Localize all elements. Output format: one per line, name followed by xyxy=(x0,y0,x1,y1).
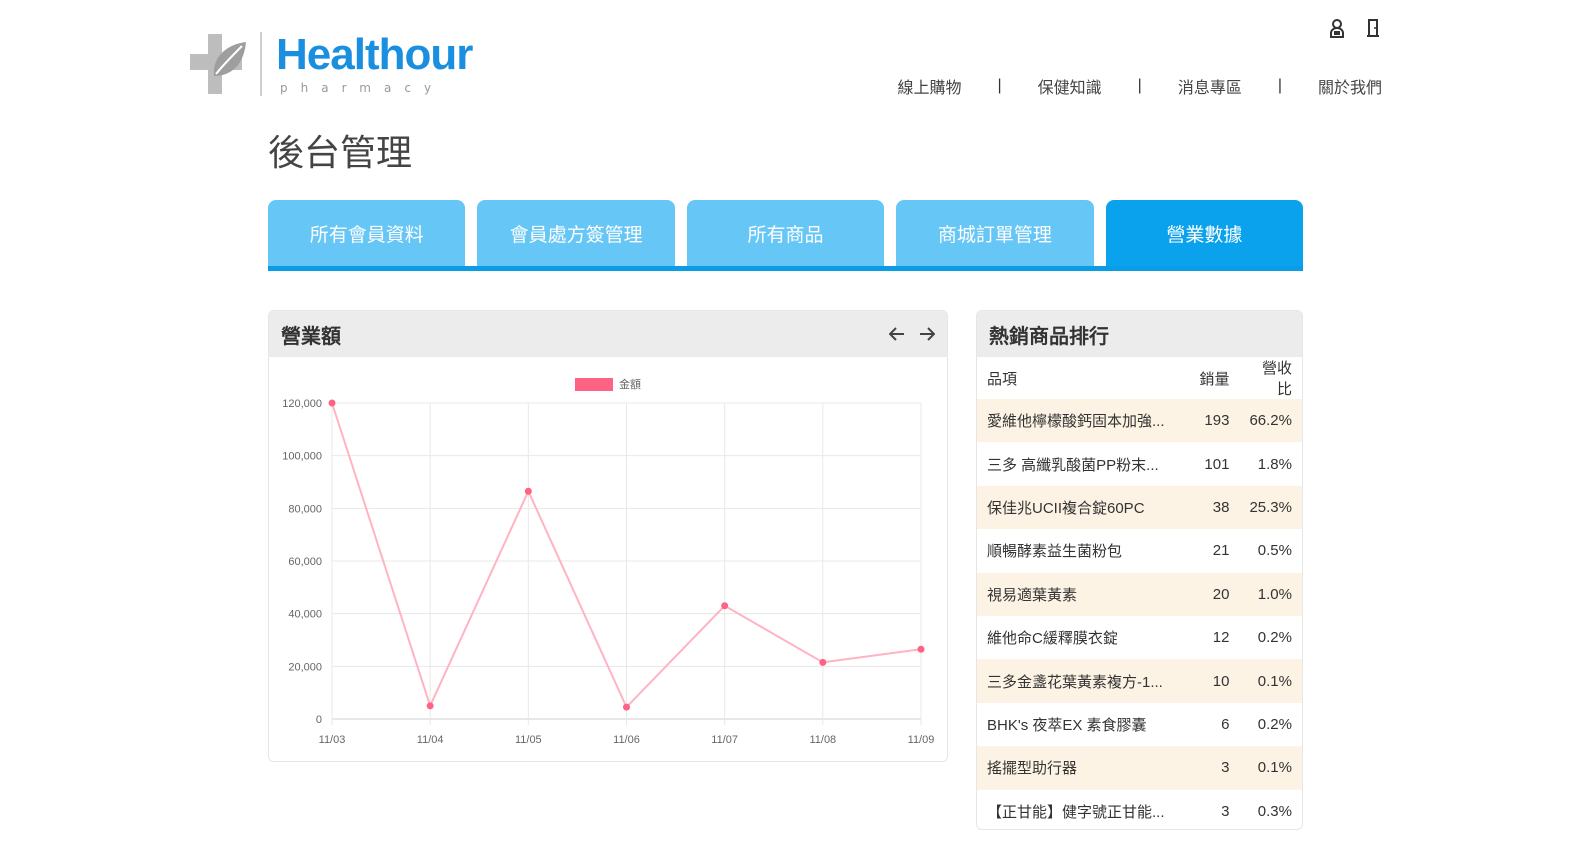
y-tick-label: 40,000 xyxy=(288,609,322,621)
item-name: 視易適葉黃素 xyxy=(977,572,1190,616)
item-qty: 3 xyxy=(1189,746,1240,790)
tab-prescriptions[interactable]: 會員處方簽管理 xyxy=(477,200,675,266)
table-row: 【正甘能】健字號正甘能... 3 0.3% xyxy=(977,790,1302,829)
arrow-right-icon[interactable] xyxy=(919,326,935,342)
item-name: 順暢酵素益生菌粉包 xyxy=(987,543,1123,561)
tab-all-members[interactable]: 所有會員資料 xyxy=(268,200,466,266)
brand-subtitle: pharmacy xyxy=(280,81,445,95)
nav-news[interactable]: 消息專區 xyxy=(1178,74,1242,98)
tab-all-products[interactable]: 所有商品 xyxy=(686,200,885,266)
logout-door-icon[interactable] xyxy=(1362,16,1384,40)
item-name: 三多金盞花葉黃素複方-1... xyxy=(977,659,1190,703)
item-name: 愛維他檸檬酸鈣固本加強... xyxy=(977,399,1190,443)
user-icon[interactable] xyxy=(1326,16,1348,40)
x-tick-label: 11/09 xyxy=(908,734,935,746)
table-row: 三多 高纖乳酸菌PP粉末... 101 1.8% xyxy=(977,442,1302,485)
item-qty: 3 xyxy=(1221,802,1230,820)
data-point xyxy=(426,702,434,710)
x-tick-label: 11/03 xyxy=(319,734,346,746)
item-name: 搖擺型助行器 xyxy=(977,746,1190,790)
item-pct: 1.8% xyxy=(1257,455,1292,473)
tab-underline xyxy=(268,266,1303,271)
table-row: 愛維他檸檬酸鈣固本加強... 193 66.2% xyxy=(977,399,1302,443)
item-pct: 25.3% xyxy=(1239,485,1302,530)
table-row: 三多金盞花葉黃素複方-1... 10 0.1% xyxy=(977,659,1302,703)
logo-divider xyxy=(260,32,262,96)
data-point xyxy=(623,703,630,711)
nav-separator: | xyxy=(1277,77,1282,94)
item-pct: 0.2% xyxy=(1257,629,1292,647)
legend-label: 金額 xyxy=(619,377,641,391)
item-qty: 20 xyxy=(1189,572,1240,616)
x-tick-label: 11/04 xyxy=(417,734,444,746)
nav-about[interactable]: 關於我們 xyxy=(1318,74,1382,98)
item-name: 【正甘能】健字號正甘能... xyxy=(987,803,1165,821)
revenue-line-chart: 0 20,000 40,000 60,000 80,000 100,000 120,000 1… xyxy=(282,377,935,746)
item-qty: 101 xyxy=(1204,455,1230,473)
item-qty: 193 xyxy=(1189,399,1240,443)
data-point xyxy=(721,602,729,610)
nav-separator: | xyxy=(997,77,1002,94)
x-tick-label: 11/06 xyxy=(613,734,640,746)
brand-name: Healthour xyxy=(276,30,473,79)
revenue-title: 營業額 xyxy=(281,325,341,348)
arrow-left-icon[interactable] xyxy=(889,326,905,342)
page-title: 後台管理 xyxy=(268,133,413,174)
item-qty: 10 xyxy=(1189,659,1240,703)
item-name: 三多 高纖乳酸菌PP粉末... xyxy=(987,456,1159,474)
col-header-qty: 銷量 xyxy=(1199,370,1230,388)
item-name: BHK's 夜萃EX 素食膠囊 xyxy=(987,716,1147,734)
table-row: 保佳兆UCII複合錠60PC 38 25.3% xyxy=(977,485,1302,530)
legend-swatch xyxy=(575,378,613,391)
revenue-panel: 營業額 0 20,000 40,000 60,000 80,000 100,000 120,… xyxy=(268,310,948,762)
x-tick-label: 11/07 xyxy=(711,734,738,746)
table-row: 搖擺型助行器 3 0.1% xyxy=(977,746,1302,790)
item-qty: 38 xyxy=(1189,485,1240,530)
site-logo[interactable]: Healthour pharmacy xyxy=(190,30,473,98)
y-tick-label: 0 xyxy=(316,714,322,726)
table-row: 視易適葉黃素 20 1.0% xyxy=(977,572,1302,616)
y-tick-label: 20,000 xyxy=(288,661,322,673)
table-row: 順暢酵素益生菌粉包 21 0.5% xyxy=(977,529,1302,572)
table-row: 維他命C緩釋膜衣錠 12 0.2% xyxy=(977,616,1302,659)
admin-tabs: 所有會員資料 會員處方簽管理 所有商品 商城訂單管理 營業數據 xyxy=(268,200,1304,272)
leaf-cross-logo-icon xyxy=(190,30,248,98)
item-pct: 66.2% xyxy=(1239,399,1302,443)
table-row: BHK's 夜萃EX 素食膠囊 6 0.2% xyxy=(977,703,1302,746)
col-header-item: 品項 xyxy=(987,370,1018,388)
bestseller-table: 品項 銷量 營收比 愛維他檸檬酸鈣固本加強... 193 66.2% 三多 高纖乳酸菌… xyxy=(977,357,1302,829)
item-name: 保佳兆UCII複合錠60PC xyxy=(977,485,1190,530)
x-tick-label: 11/08 xyxy=(809,734,836,746)
col-header-pct: 營收比 xyxy=(1261,360,1292,398)
item-pct: 0.1% xyxy=(1239,746,1302,790)
data-point xyxy=(524,487,532,495)
tab-orders[interactable]: 商城訂單管理 xyxy=(896,200,1094,266)
item-name: 維他命C緩釋膜衣錠 xyxy=(987,630,1118,648)
y-tick-label: 80,000 xyxy=(288,503,322,515)
nav-shop[interactable]: 線上購物 xyxy=(897,74,961,98)
tab-business-data[interactable]: 營業數據 xyxy=(1105,200,1304,266)
main-nav: 線上購物 | 保健知識 | 消息專區 | 關於我們 xyxy=(897,74,1382,98)
item-pct: 0.1% xyxy=(1239,659,1302,703)
item-qty: 21 xyxy=(1212,542,1230,560)
item-qty: 12 xyxy=(1212,629,1230,647)
nav-health-knowledge[interactable]: 保健知識 xyxy=(1038,74,1102,98)
x-tick-label: 11/05 xyxy=(515,734,542,746)
data-point xyxy=(917,645,925,653)
item-pct: 0.2% xyxy=(1257,715,1292,733)
item-pct: 0.3% xyxy=(1257,802,1292,820)
y-tick-label: 120,000 xyxy=(282,398,322,410)
bestseller-panel: 熱銷商品排行 品項 銷量 營收比 愛維他檸檬酸鈣固本加強... 193 66.2% 三… xyxy=(976,310,1303,830)
y-tick-label: 100,000 xyxy=(282,451,322,463)
data-point xyxy=(819,658,827,666)
y-tick-label: 60,000 xyxy=(288,556,322,568)
bestseller-title: 熱銷商品排行 xyxy=(977,311,1302,357)
data-point xyxy=(328,399,336,407)
item-pct: 1.0% xyxy=(1239,572,1302,616)
nav-separator: | xyxy=(1137,77,1142,94)
item-qty: 6 xyxy=(1221,715,1230,733)
item-pct: 0.5% xyxy=(1257,542,1292,560)
